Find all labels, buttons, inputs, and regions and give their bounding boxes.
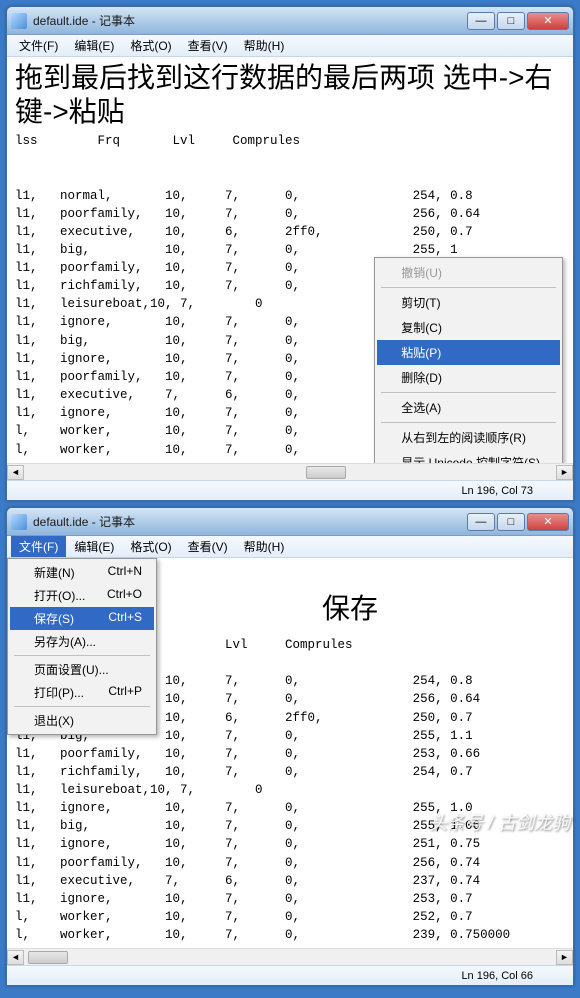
- horizontal-scrollbar[interactable]: ◄ ►: [7, 463, 573, 480]
- scroll-right-button[interactable]: ►: [556, 465, 573, 480]
- data-row: l1, executive, 10, 6, 2ff0, 250, 0.7: [15, 223, 565, 241]
- file-pagesetup[interactable]: 页面设置(U)...: [10, 658, 154, 681]
- data-row: l, worker, 10, 7, 0, 252, 0.7: [15, 908, 565, 926]
- menu-format[interactable]: 格式(O): [122, 35, 179, 56]
- menu-file[interactable]: 文件(F): [11, 35, 66, 56]
- data-row: l1, poorfamily, 10, 7, 0, 256, 0.74: [15, 854, 565, 872]
- ctx-undo[interactable]: 撤销(U): [377, 260, 560, 285]
- ctx-rtl[interactable]: 从右到左的阅读顺序(R): [377, 425, 560, 450]
- data-row: l1, poorfamily, 10, 7, 0, 253, 0.66: [15, 745, 565, 763]
- menu-help[interactable]: 帮助(H): [236, 536, 293, 557]
- menu-edit[interactable]: 编辑(E): [66, 35, 122, 56]
- window-title: default.ide - 记事本: [33, 513, 467, 530]
- notepad-window-2: default.ide - 记事本 — □ ✕ 文件(F) 编辑(E) 格式(O…: [6, 507, 574, 986]
- app-icon: [11, 514, 27, 530]
- data-row: l1, ignore, 10, 7, 0, 251, 0.75: [15, 835, 565, 853]
- close-button[interactable]: ✕: [527, 12, 569, 30]
- ctx-delete[interactable]: 删除(D): [377, 365, 560, 390]
- header-row: lss Frq Lvl Comprules: [15, 132, 565, 150]
- app-icon: [11, 13, 27, 29]
- minimize-button[interactable]: —: [467, 12, 495, 30]
- text-area[interactable]: 拖到最后找到这行数据的最后两项 选中->右键->粘贴 lss Frq Lvl C…: [7, 57, 573, 463]
- data-row: l1, ignore, 10, 7, 0, 253, 0.7: [15, 890, 565, 908]
- file-exit[interactable]: 退出(X): [10, 709, 154, 732]
- data-row: l1, leisureboat,10, 7, 0: [15, 781, 565, 799]
- statusbar: Ln 196, Col 73: [7, 480, 573, 500]
- titlebar[interactable]: default.ide - 记事本 — □ ✕: [7, 7, 573, 35]
- file-print[interactable]: 打印(P)...Ctrl+P: [10, 681, 154, 704]
- horizontal-scrollbar[interactable]: ◄ ►: [7, 948, 573, 965]
- menu-file[interactable]: 文件(F): [11, 536, 66, 557]
- maximize-button[interactable]: □: [497, 513, 525, 531]
- scroll-thumb[interactable]: [28, 951, 68, 964]
- menu-view[interactable]: 查看(V): [180, 35, 236, 56]
- menu-help[interactable]: 帮助(H): [236, 35, 293, 56]
- file-saveas[interactable]: 另存为(A)...: [10, 630, 154, 653]
- file-save[interactable]: 保存(S)Ctrl+S: [10, 607, 154, 630]
- ctx-show-unicode[interactable]: 显示 Unicode 控制字符(S): [377, 450, 560, 463]
- maximize-button[interactable]: □: [497, 12, 525, 30]
- scroll-left-button[interactable]: ◄: [7, 950, 24, 965]
- scroll-right-button[interactable]: ►: [556, 950, 573, 965]
- statusbar: Ln 196, Col 66: [7, 965, 573, 985]
- menu-view[interactable]: 查看(V): [180, 536, 236, 557]
- close-button[interactable]: ✕: [527, 513, 569, 531]
- file-dropdown: 新建(N)Ctrl+N 打开(O)...Ctrl+O 保存(S)Ctrl+S 另…: [7, 558, 157, 735]
- header-row: Lvl Comprules: [135, 636, 565, 654]
- menubar: 文件(F) 编辑(E) 格式(O) 查看(V) 帮助(H): [7, 35, 573, 57]
- minimize-button[interactable]: —: [467, 513, 495, 531]
- window-title: default.ide - 记事本: [33, 12, 467, 29]
- ctx-selectall[interactable]: 全选(A): [377, 395, 560, 420]
- data-row: l1, richfamily, 10, 7, 0, 254, 0.7: [15, 763, 565, 781]
- ctx-paste[interactable]: 粘贴(P): [377, 340, 560, 365]
- ctx-copy[interactable]: 复制(C): [377, 315, 560, 340]
- context-menu: 撤销(U) 剪切(T) 复制(C) 粘贴(P) 删除(D) 全选(A) 从右到左…: [374, 257, 563, 463]
- instruction-text: 保存: [135, 592, 565, 626]
- data-row: l1, ignore, 10, 7, 0, 255, 1.0: [15, 799, 565, 817]
- instruction-text: 拖到最后找到这行数据的最后两项 选中->右键->粘贴: [15, 61, 565, 128]
- menu-format[interactable]: 格式(O): [122, 536, 179, 557]
- menubar: 文件(F) 编辑(E) 格式(O) 查看(V) 帮助(H) 新建(N)Ctrl+…: [7, 536, 573, 558]
- cursor-position: Ln 196, Col 73: [461, 485, 533, 497]
- file-new[interactable]: 新建(N)Ctrl+N: [10, 561, 154, 584]
- notepad-window-1: default.ide - 记事本 — □ ✕ 文件(F) 编辑(E) 格式(O…: [6, 6, 574, 501]
- cursor-position: Ln 196, Col 66: [461, 970, 533, 982]
- data-row: l1, normal, 10, 7, 0, 254, 0.8: [15, 187, 565, 205]
- scroll-left-button[interactable]: ◄: [7, 465, 24, 480]
- data-row: l1, poorfamily, 10, 7, 0, 256, 0.64: [15, 205, 565, 223]
- titlebar[interactable]: default.ide - 记事本 — □ ✕: [7, 508, 573, 536]
- data-row: l1, executive, 7, 6, 0, 237, 0.74: [15, 872, 565, 890]
- data-row: l1, big, 10, 7, 0, 255, 1.06: [15, 817, 565, 835]
- data-row: l, worker, 10, 7, 0, 239, 0.750000: [15, 926, 565, 944]
- file-open[interactable]: 打开(O)...Ctrl+O: [10, 584, 154, 607]
- ctx-cut[interactable]: 剪切(T): [377, 290, 560, 315]
- menu-edit[interactable]: 编辑(E): [66, 536, 122, 557]
- scroll-thumb[interactable]: [306, 466, 346, 479]
